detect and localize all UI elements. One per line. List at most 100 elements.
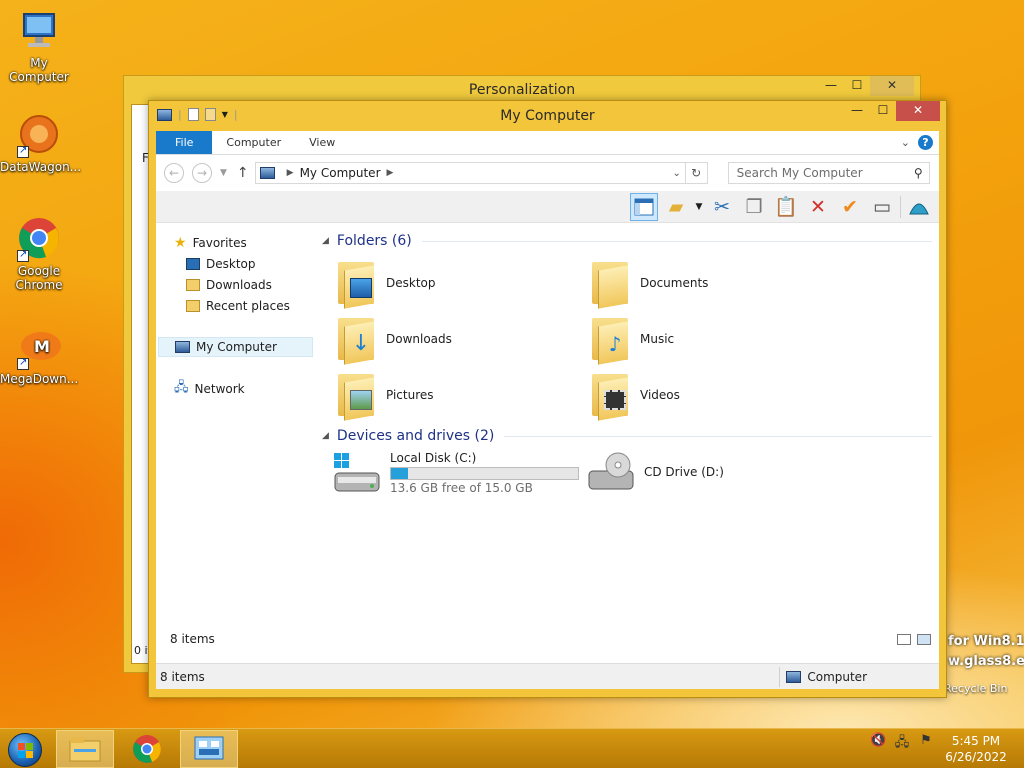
shell-icon[interactable]	[905, 193, 933, 221]
search-placeholder: Search My Computer	[736, 166, 863, 180]
shortcut-arrow-icon	[17, 356, 29, 370]
taskbar-google-chrome[interactable]	[118, 730, 176, 768]
star-icon: ★	[174, 235, 187, 251]
chevron-down-icon[interactable]: ⌄	[669, 168, 685, 179]
toolbar-separator	[900, 195, 901, 218]
taskbar-clock[interactable]: 5:45 PM 6/26/2022	[942, 733, 1010, 765]
sidebar-item-desktop[interactable]: Desktop	[186, 254, 256, 274]
navigation-bar: ← → ▼ ↑ ▶ My Computer ▶ ⌄ ↻ Search My Co…	[156, 155, 939, 191]
sidebar-item-recent-places[interactable]: Recent places	[186, 296, 290, 316]
tab-file[interactable]: File	[156, 131, 213, 154]
close-button[interactable]: ✕	[870, 76, 914, 96]
folder-downloads[interactable]: ↓ Downloads	[336, 315, 452, 365]
downloads-folder-icon	[186, 279, 200, 291]
taskbar-file-explorer[interactable]	[56, 730, 114, 768]
computer-icon	[786, 670, 802, 683]
close-button[interactable]: ✕	[896, 101, 940, 121]
sidebar-item-downloads[interactable]: Downloads	[186, 275, 272, 295]
chrome-icon	[15, 216, 63, 262]
checkmark-icon[interactable]: ✔	[836, 193, 864, 221]
collapse-triangle-icon[interactable]: ◢	[322, 236, 329, 246]
search-input[interactable]: Search My Computer ⚲	[727, 162, 930, 184]
control-panel-icon	[194, 736, 224, 760]
svg-text:M: M	[34, 337, 50, 356]
back-button[interactable]: ←	[164, 163, 184, 183]
breadcrumb-chevron-icon[interactable]: ▶	[387, 168, 394, 178]
ribbon-tabs: File Computer View ⌄ ?	[156, 131, 939, 155]
folder-videos[interactable]: Videos	[590, 371, 680, 421]
drive-info: Local Disk (C:) 13.6 GB free of 15.0 GB	[390, 451, 579, 496]
collapse-triangle-icon[interactable]: ◢	[322, 431, 329, 441]
help-icon[interactable]: ?	[918, 135, 933, 150]
minimize-button[interactable]: —	[844, 101, 870, 121]
drive-local-disk-c[interactable]: Local Disk (C:) 13.6 GB free of 15.0 GB	[332, 451, 579, 496]
cd-drive-icon	[586, 451, 636, 493]
desktop-icon-megadownloader[interactable]: M MegaDown...	[0, 324, 78, 386]
window-caption-buttons: — ☐ ✕	[844, 101, 940, 121]
maximize-button[interactable]: ☐	[844, 76, 870, 96]
taskbar: 🔇 🖧 ⚑ 5:45 PM 6/26/2022	[0, 728, 1024, 768]
shortcut-arrow-icon	[17, 144, 29, 158]
refresh-button[interactable]: ↻	[684, 163, 707, 183]
desktop-folder-icon	[336, 260, 376, 309]
desktop-icon-recycle-bin[interactable]: Recycle Bin	[944, 682, 1007, 695]
network-icon: 🖧	[174, 380, 189, 395]
desktop-icon-google-chrome[interactable]: Google Chrome	[0, 216, 78, 292]
desktop-watermark: for Win8.1 w.glass8.eu	[948, 634, 1024, 669]
desktop-icon-datawagon[interactable]: DataWagon...	[0, 112, 81, 174]
details-view-icon[interactable]	[897, 633, 911, 645]
desktop-icon-my-computer[interactable]: My Computer	[0, 8, 78, 84]
address-bar[interactable]: ▶ My Computer ▶ ⌄ ↻	[254, 162, 708, 184]
up-button[interactable]: ↑	[237, 165, 249, 181]
delete-icon[interactable]: ✕	[804, 193, 832, 221]
large-icons-view-icon[interactable]	[917, 633, 931, 645]
copy-icon[interactable]: ❐	[740, 193, 768, 221]
start-button[interactable]	[8, 733, 42, 767]
preview-pane-button[interactable]	[630, 192, 658, 221]
folder-desktop[interactable]: Desktop	[336, 259, 436, 309]
expand-ribbon-icon[interactable]: ⌄	[901, 136, 910, 149]
sidebar-item-network[interactable]: 🖧 Network	[174, 379, 245, 399]
folder-options-icon[interactable]: ▰	[662, 193, 690, 221]
music-folder-icon: ♪	[590, 316, 630, 365]
group-header-drives[interactable]: ◢ Devices and drives (2)	[322, 426, 932, 446]
maximize-button[interactable]: ☐	[870, 101, 896, 121]
inner-status-bar: 8 items	[156, 627, 939, 651]
chevron-down-icon[interactable]: ▼	[694, 193, 704, 221]
network-status-icon[interactable]: 🖧	[894, 733, 910, 750]
drive-usage-bar	[390, 467, 579, 480]
volume-muted-icon[interactable]: 🔇	[870, 733, 886, 748]
search-icon[interactable]: ⚲	[914, 166, 923, 180]
computer-icon	[175, 341, 190, 353]
minimize-button[interactable]: —	[818, 76, 844, 96]
sidebar-item-favorites[interactable]: ★ Favorites	[174, 233, 247, 253]
taskbar-control-panel[interactable]	[180, 730, 238, 768]
drive-cd-d[interactable]: CD Drive (D:)	[586, 451, 724, 493]
action-center-flag-icon[interactable]: ⚑	[918, 733, 934, 748]
forward-button[interactable]: →	[192, 163, 212, 183]
folder-pictures[interactable]: Pictures	[336, 371, 434, 421]
tab-view[interactable]: View	[295, 131, 349, 154]
drive-name: CD Drive (D:)	[644, 464, 724, 479]
desktop-icon	[186, 258, 200, 270]
datawagon-icon	[15, 112, 63, 158]
folder-music[interactable]: ♪ Music	[590, 315, 674, 365]
tab-computer[interactable]: Computer	[212, 131, 295, 154]
my-computer-window[interactable]: | ▼ | My Computer — ☐ ✕ File Computer Vi…	[148, 100, 947, 698]
group-header-folders[interactable]: ◢ Folders (6)	[322, 231, 932, 251]
personalization-caption-buttons: — ☐ ✕	[818, 76, 914, 96]
paste-icon[interactable]: 📋	[772, 193, 800, 221]
rename-icon[interactable]: ▭	[868, 193, 896, 221]
window-body: File Computer View ⌄ ? ← → ▼ ↑ ▶ My Comp…	[156, 131, 939, 689]
cut-icon[interactable]: ✂	[708, 193, 736, 221]
breadcrumb-chevron-icon[interactable]: ▶	[287, 168, 294, 178]
group-divider	[504, 435, 932, 437]
file-explorer-icon	[69, 737, 101, 762]
hard-drive-icon	[332, 452, 382, 495]
recent-locations-icon[interactable]: ▼	[220, 168, 227, 178]
sidebar-item-my-computer[interactable]: My Computer	[158, 337, 313, 357]
folder-documents[interactable]: Documents	[590, 259, 708, 309]
breadcrumb-my-computer[interactable]: My Computer	[300, 166, 381, 180]
computer-icon	[15, 8, 63, 54]
documents-folder-icon	[590, 260, 630, 309]
